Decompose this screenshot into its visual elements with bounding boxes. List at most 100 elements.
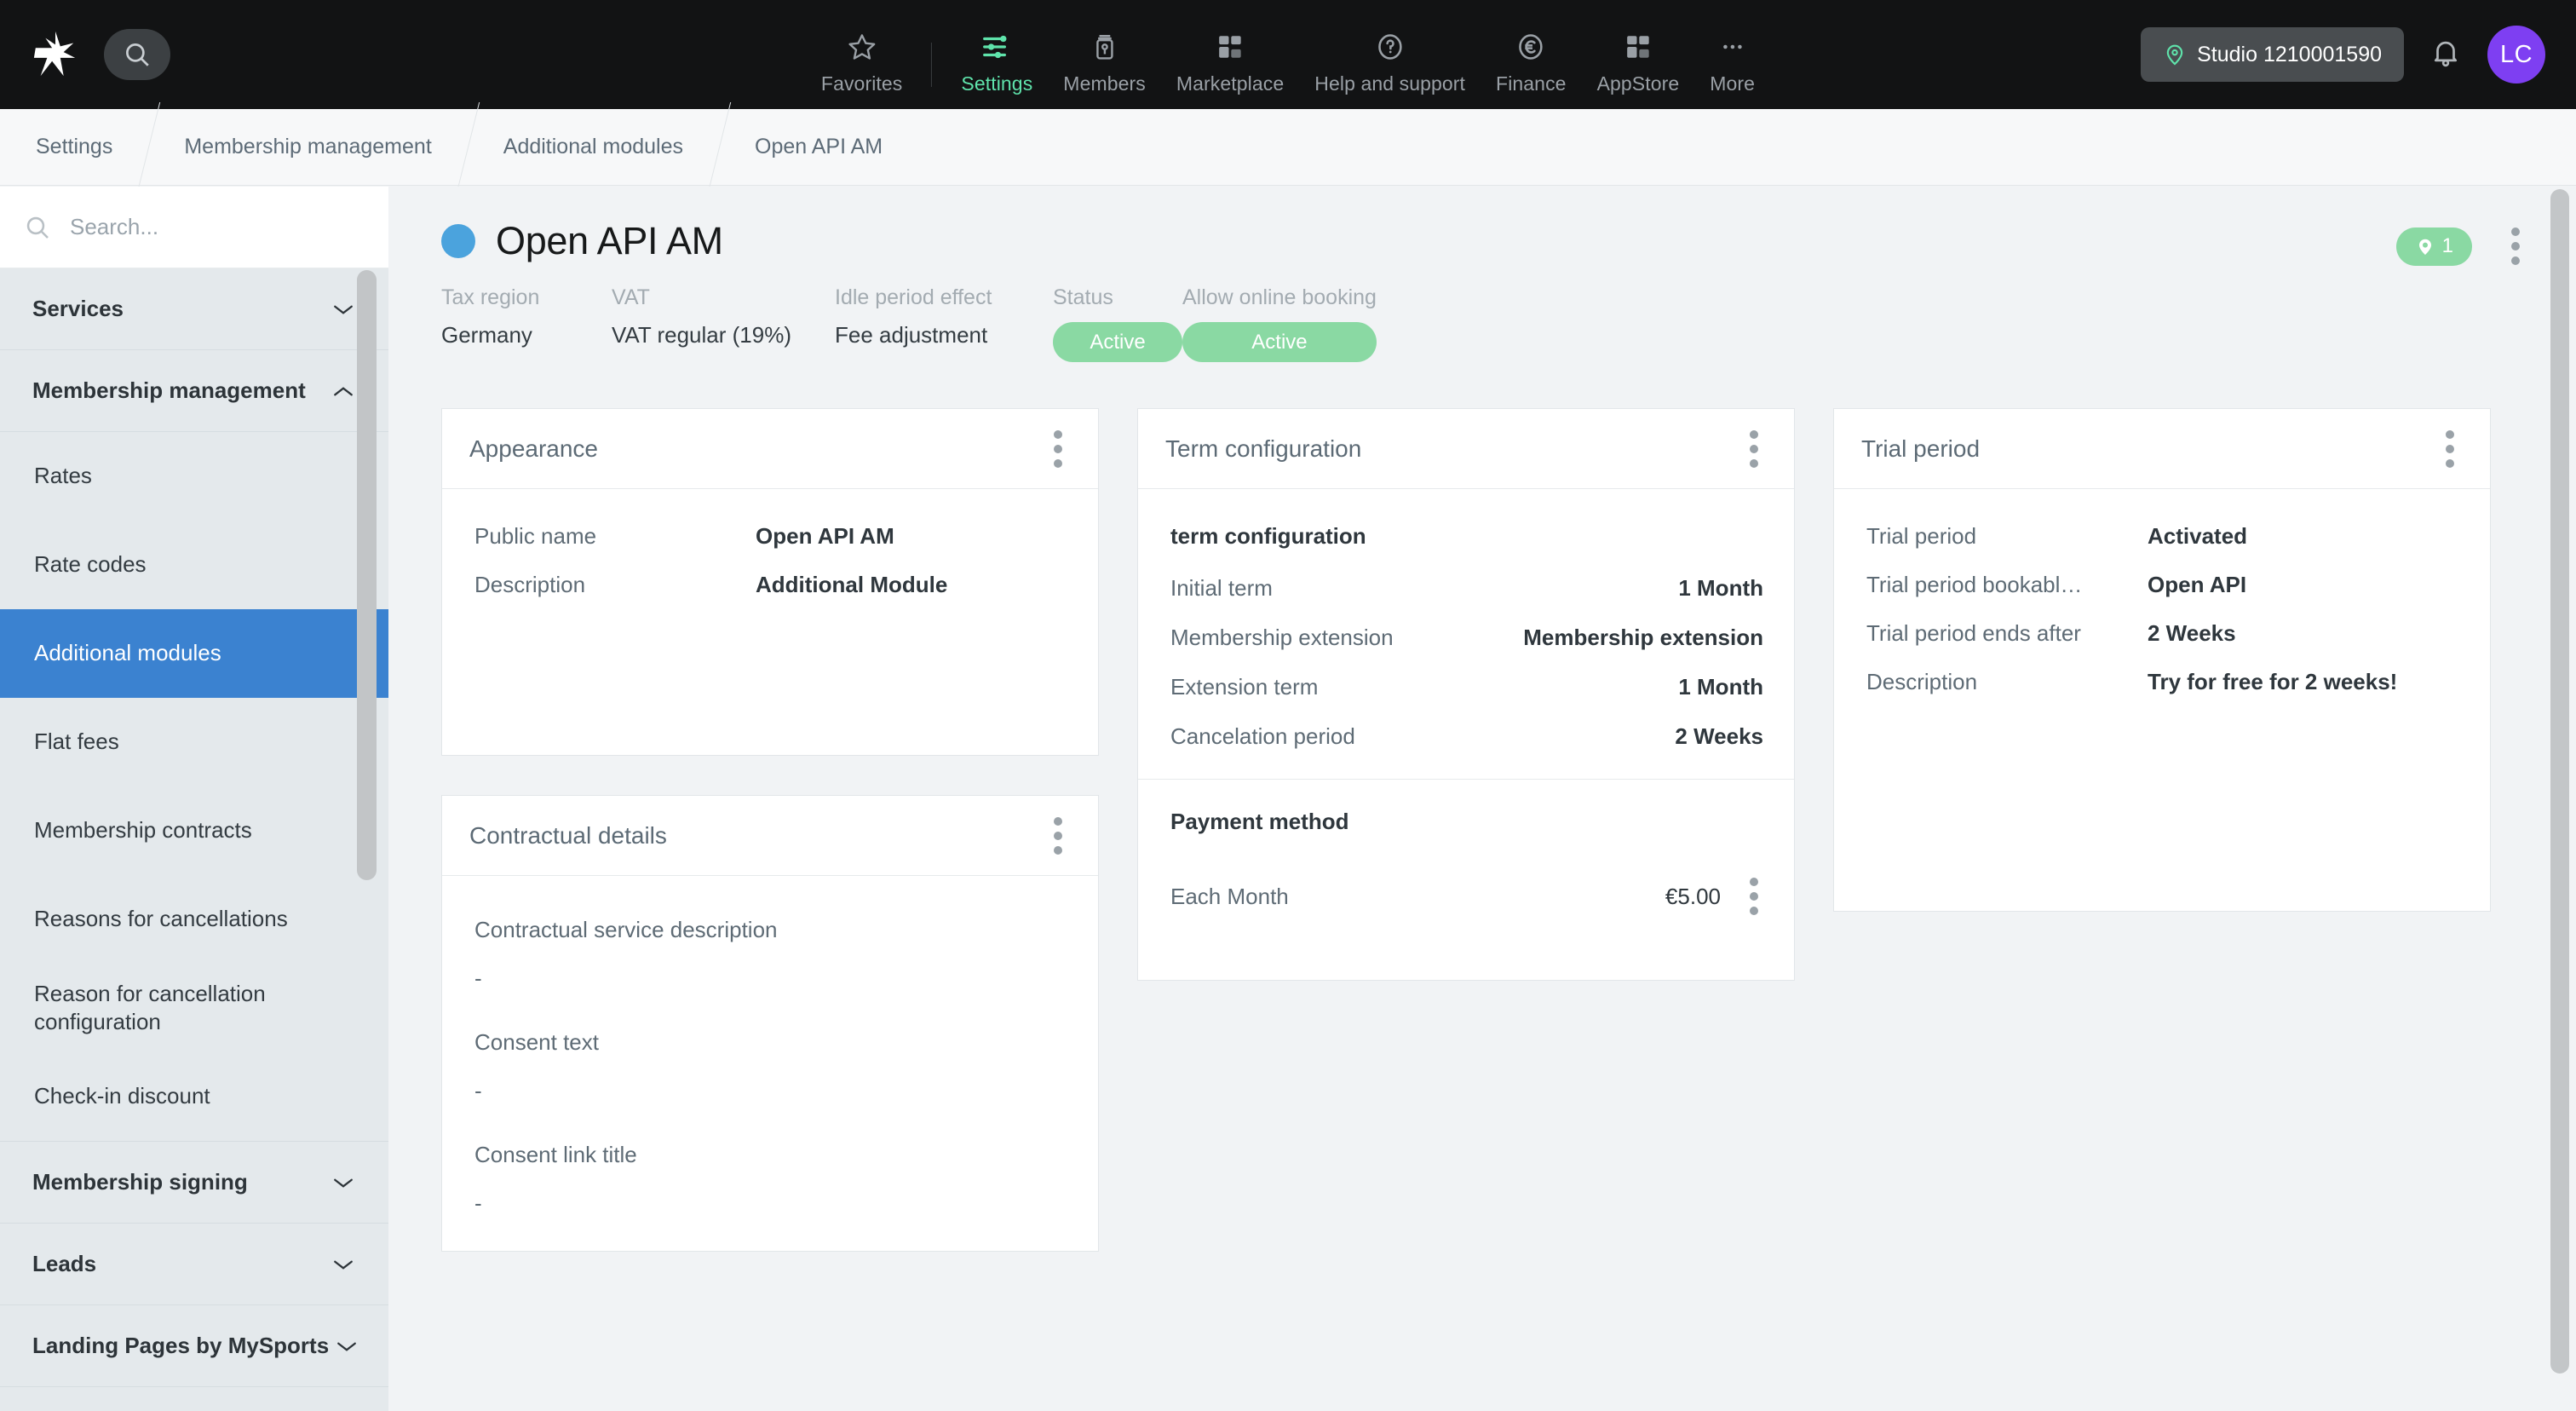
top-navigation-bar: Favorites Settings Members Marketplace H… [0, 0, 2576, 109]
nav-item-settings[interactable]: Settings [946, 27, 1048, 95]
page-meta-row: Tax region Germany VAT VAT regular (19%)… [441, 285, 2525, 362]
row-key: Trial period ends after [1866, 620, 2081, 646]
breadcrumb-item-open-api-am[interactable]: Open API AM [719, 109, 918, 185]
euro-circle-icon [1515, 27, 1546, 66]
sidebar-group-services[interactable]: Services [0, 268, 388, 350]
sidebar-item-flat-fees[interactable]: Flat fees [0, 698, 388, 786]
page-options-button[interactable] [2506, 222, 2525, 270]
meta-label: VAT [612, 285, 650, 309]
sidebar-item-rate-codes[interactable]: Rate codes [0, 521, 388, 609]
sidebar-item-additional-modules[interactable]: Additional modules [0, 609, 388, 698]
meta-value: VAT regular (19%) [612, 322, 791, 348]
card-divider [1138, 779, 1794, 780]
section-title-term-configuration: term configuration [1170, 523, 1366, 549]
card-body: Public name Open API AM Description Addi… [442, 489, 1098, 755]
sidebar-group-landing-pages-by-mysports[interactable]: Landing Pages by MySports [0, 1305, 388, 1387]
sidebar-item-reason-for-cancellation-configuration[interactable]: Reason for cancellation configuration [0, 964, 388, 1052]
chevron-down-icon [334, 305, 353, 314]
nav-label: Favorites [820, 72, 903, 95]
nav-item-more[interactable]: More [1694, 27, 1770, 95]
card-body: Contractual service description - Consen… [442, 876, 1098, 1251]
breadcrumb-item-additional-modules[interactable]: Additional modules [468, 109, 719, 185]
block-label: Consent text [474, 1029, 599, 1055]
user-avatar[interactable]: LC [2487, 26, 2545, 84]
card-header: Contractual details [442, 796, 1098, 876]
sidebar-group-next[interactable] [0, 1387, 388, 1411]
app-logo[interactable] [31, 30, 80, 79]
nav-item-appstore[interactable]: AppStore [1582, 27, 1695, 95]
sidebar-group-leads[interactable]: Leads [0, 1224, 388, 1305]
nav-label: Members [1063, 72, 1146, 95]
sidebar-group-membership-management[interactable]: Membership management [0, 350, 388, 432]
card-term-configuration: Term configuration term configuration In… [1137, 408, 1795, 981]
chevron-down-icon [334, 1260, 353, 1270]
term-options-button[interactable] [1745, 425, 1763, 473]
row-value: Open API [2148, 572, 2247, 597]
sidebar: Services Membership management Rates Rat… [0, 187, 388, 1411]
global-search-button[interactable] [104, 29, 170, 80]
sidebar-scrollbar[interactable] [357, 270, 377, 880]
card-header: Term configuration [1138, 409, 1794, 489]
breadcrumb-item-membership-management[interactable]: Membership management [148, 109, 467, 185]
meta-label: Status [1053, 285, 1113, 309]
trial-options-button[interactable] [2441, 425, 2459, 473]
meta-tax-region: Tax region Germany [441, 285, 612, 362]
ellipsis-icon [1718, 27, 1747, 66]
section-title-payment-method: Payment method [1170, 809, 1349, 834]
row-value: Open API AM [756, 523, 894, 549]
sliders-icon [980, 27, 1013, 66]
sidebar-item-reasons-for-cancellations[interactable]: Reasons for cancellations [0, 875, 388, 964]
row-key: Trial period bookabl… [1866, 572, 2083, 597]
contractual-options-button[interactable] [1049, 812, 1067, 860]
payment-options-button[interactable] [1745, 873, 1763, 920]
star-logo-icon [33, 31, 76, 77]
search-input[interactable] [70, 214, 351, 240]
app-root: Favorites Settings Members Marketplace H… [0, 0, 2576, 1411]
row-payment-each-month: Each Month €5.00 [1170, 873, 1763, 920]
nav-item-help-and-support[interactable]: Help and support [1299, 27, 1481, 95]
studio-selector[interactable]: Studio 1210001590 [2141, 27, 2404, 82]
meta-status: Status Active [1053, 285, 1182, 362]
row-membership-extension: Membership extension Membership extensio… [1170, 625, 1763, 651]
block-value: - [474, 965, 482, 991]
nav-item-members[interactable]: Members [1048, 27, 1161, 95]
star-icon [847, 27, 877, 66]
main-scrollbar[interactable] [2550, 189, 2569, 1374]
block-contractual-service-description: Contractual service description - [474, 917, 1067, 992]
sidebar-item-label: Check-in discount [34, 1083, 210, 1109]
nav-label: AppStore [1596, 72, 1680, 95]
grid-icon [1216, 27, 1245, 66]
breadcrumb-item-settings[interactable]: Settings [0, 109, 148, 185]
column-middle: Term configuration term configuration In… [1137, 408, 1795, 981]
row-trial-period-bookable: Trial period bookabl… Open API [1866, 572, 2459, 598]
bell-icon [2434, 41, 2458, 66]
sidebar-group-membership-signing[interactable]: Membership signing [0, 1142, 388, 1224]
sidebar-item-label: Rates [34, 463, 92, 489]
sidebar-search[interactable] [0, 187, 388, 268]
row-key: Membership extension [1170, 625, 1394, 650]
grid-icon [1624, 27, 1653, 66]
row-key: Initial term [1170, 575, 1273, 601]
row-key: Each Month [1170, 883, 1289, 909]
sidebar-item-rates[interactable]: Rates [0, 432, 388, 521]
row-value: Membership extension [1523, 625, 1763, 650]
sidebar-item-label: Additional modules [34, 640, 221, 666]
nav-item-marketplace[interactable]: Marketplace [1161, 27, 1299, 95]
sidebar-group-label: Landing Pages by MySports [32, 1333, 330, 1358]
notifications-button[interactable] [2429, 37, 2462, 73]
row-value: Try for free for 2 weeks! [2148, 669, 2398, 694]
card-title: Appearance [469, 435, 599, 462]
sidebar-group-label: Services [32, 296, 124, 321]
main-nav-items: Favorites Settings Members Marketplace H… [806, 0, 1770, 109]
sidebar-item-check-in-discount[interactable]: Check-in discount [0, 1052, 388, 1141]
appearance-options-button[interactable] [1049, 425, 1067, 473]
location-count-badge[interactable]: 1 [2395, 227, 2472, 266]
sidebar-item-membership-contracts[interactable]: Membership contracts [0, 786, 388, 875]
row-trial-period-ends-after: Trial period ends after 2 Weeks [1866, 620, 2459, 647]
nav-item-finance[interactable]: Finance [1481, 27, 1582, 95]
sidebar-group-label: Membership management [32, 377, 306, 403]
row-value: €5.00 [1665, 883, 1721, 909]
row-key: Description [474, 572, 586, 597]
row-value: 2 Weeks [1675, 723, 1763, 749]
nav-item-favorites[interactable]: Favorites [806, 27, 917, 95]
